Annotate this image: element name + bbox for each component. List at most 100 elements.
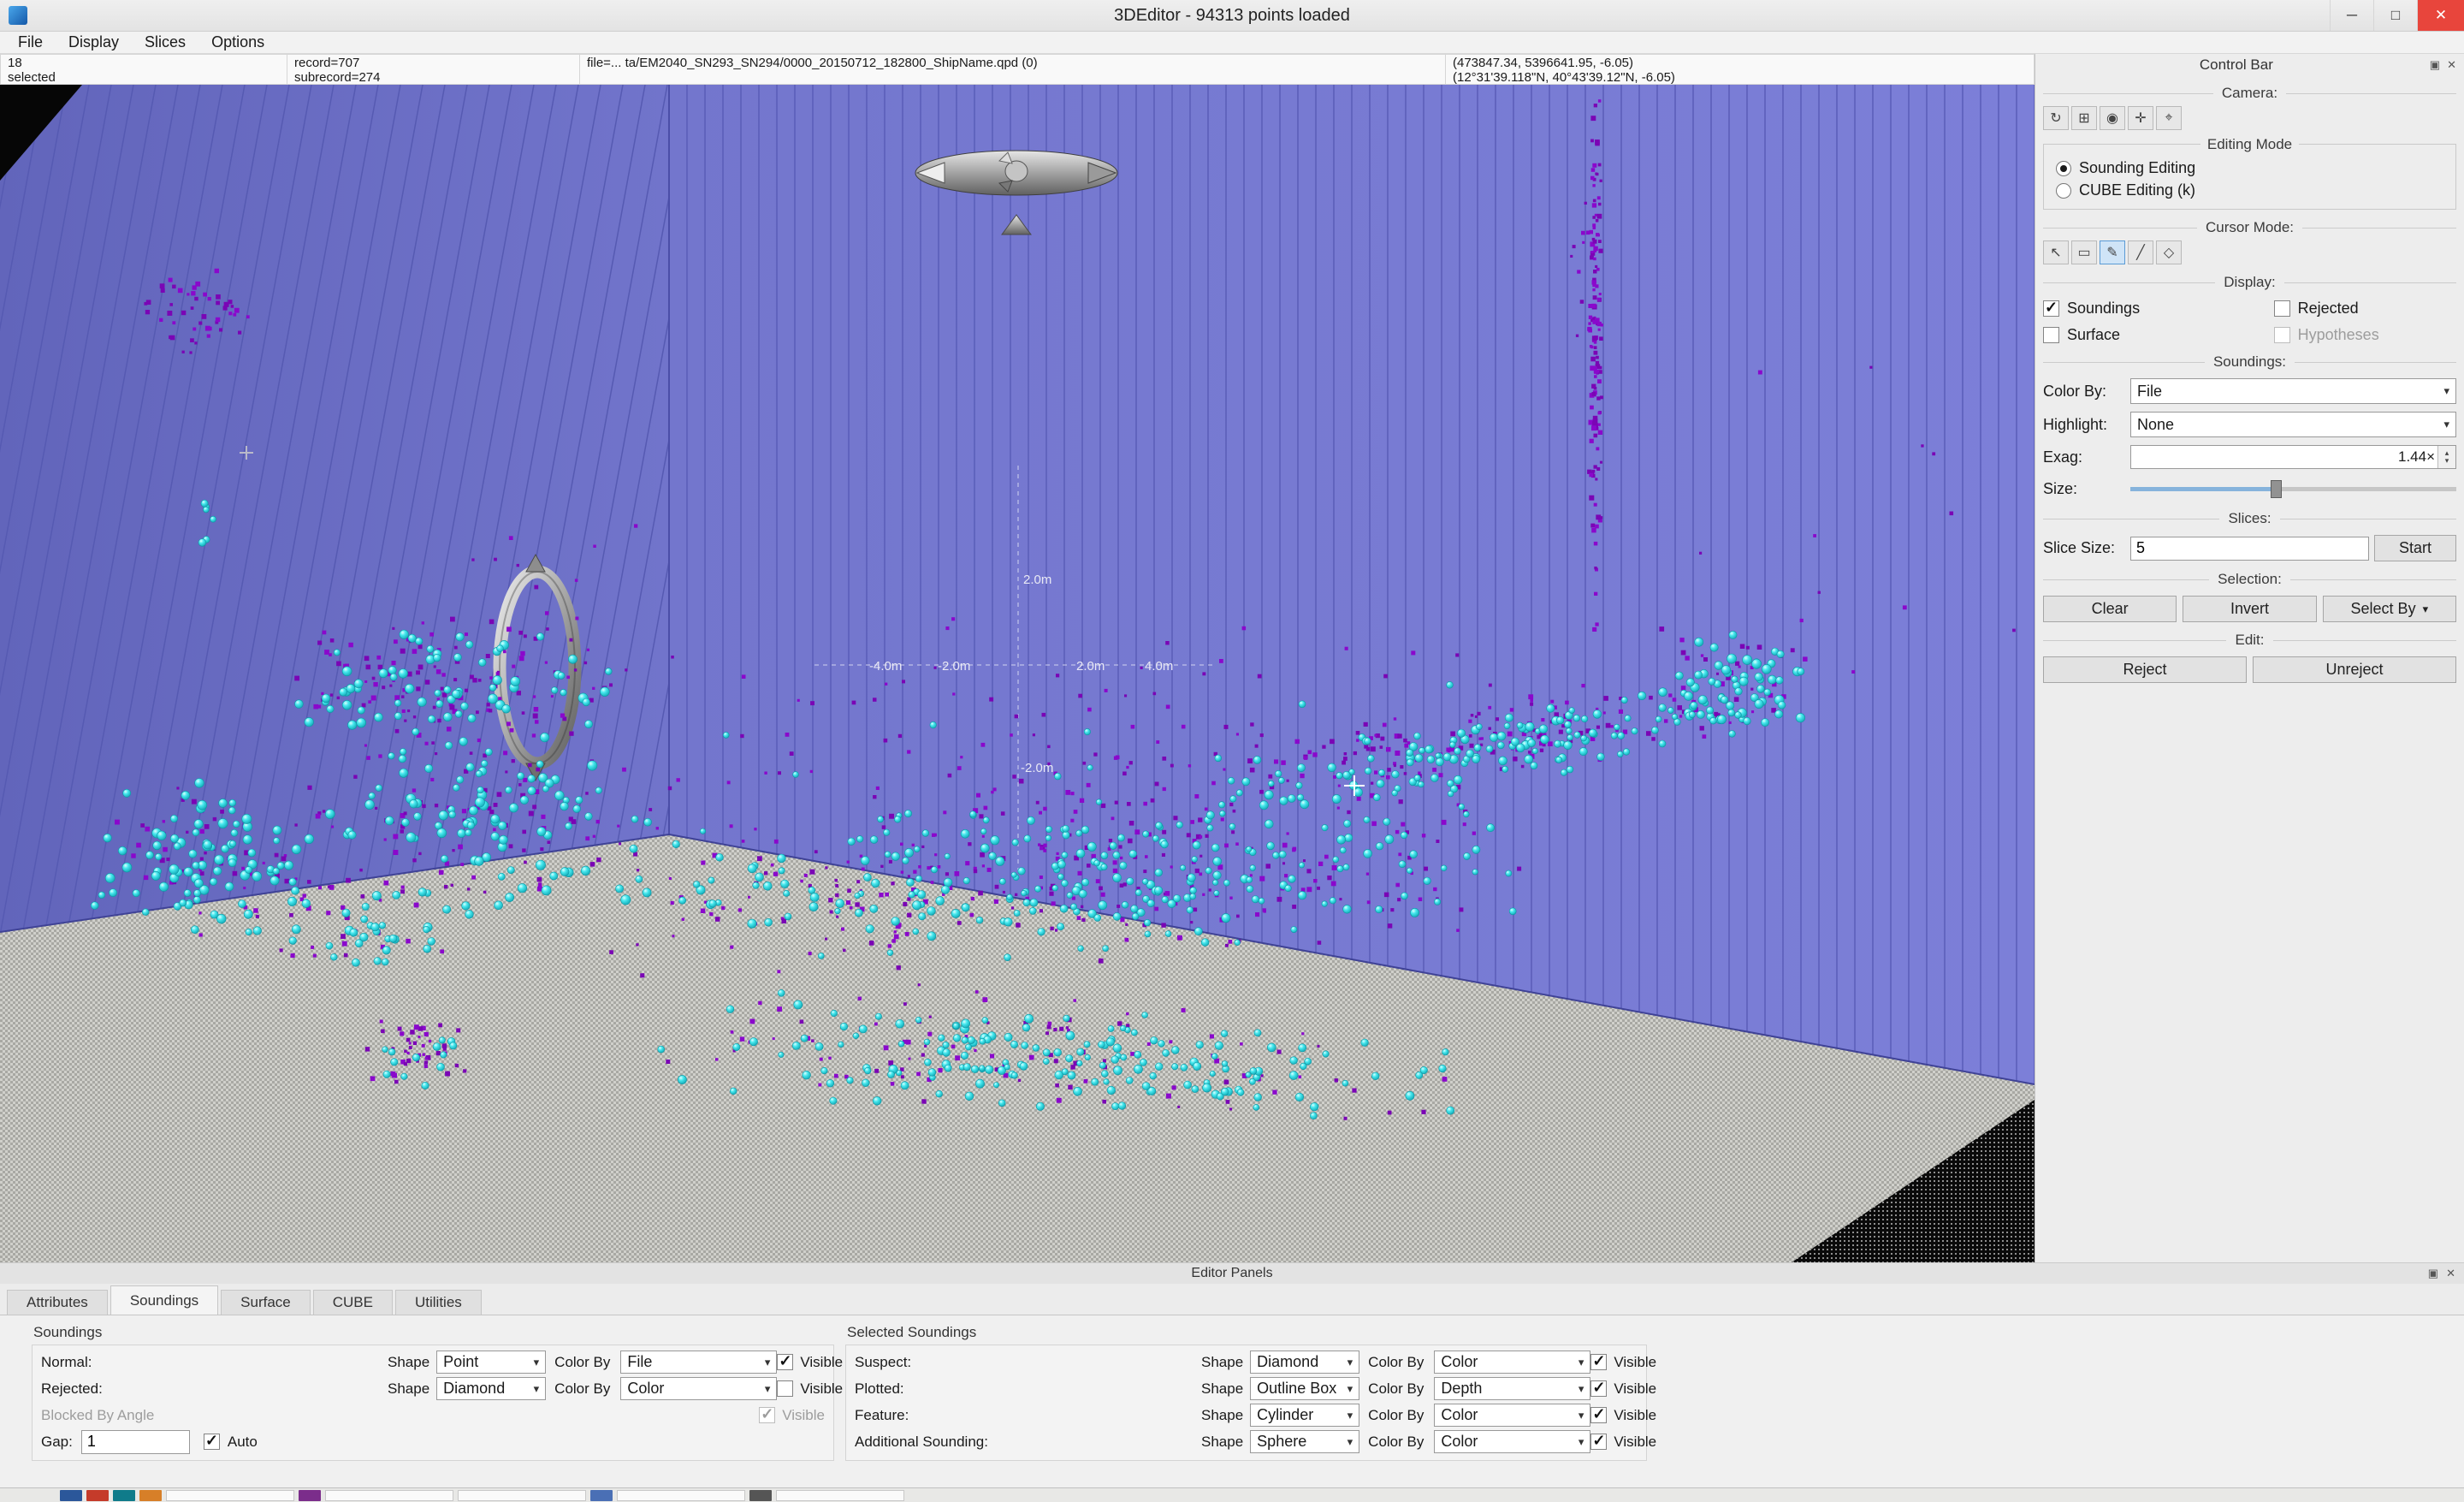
target-icon: ⌖ <box>2165 110 2172 126</box>
dock-float-icon[interactable]: ▣ <box>2430 58 2440 72</box>
taskbar-window-button[interactable] <box>166 1490 294 1501</box>
check-surface[interactable]: Surface <box>2043 326 2271 344</box>
checkbox-icon <box>2274 327 2290 343</box>
exag-spinbox[interactable]: 1.44× ▴ ▾ <box>2130 445 2456 469</box>
row-additional-sounding: Additional Sounding: Shape Sphere ▾ Colo… <box>855 1428 1638 1455</box>
color-by-combo[interactable]: Color ▾ <box>1434 1404 1590 1427</box>
selection-section-label: Selection: <box>2218 571 2282 588</box>
cursor-line-button[interactable]: ╱ <box>2128 240 2153 264</box>
unreject-button[interactable]: Unreject <box>2253 656 2456 683</box>
maximize-button[interactable]: □ <box>2373 0 2417 31</box>
shape-label: Shape <box>1201 1354 1243 1371</box>
check-soundings[interactable]: Soundings <box>2043 300 2271 318</box>
visible-toggle[interactable]: Visible <box>1590 1434 1656 1451</box>
cursor-polygon-button[interactable]: ◇ <box>2156 240 2182 264</box>
color-by-combo[interactable]: File ▾ <box>620 1351 777 1374</box>
visible-toggle[interactable]: Visible <box>777 1380 843 1398</box>
size-slider[interactable] <box>2130 477 2456 501</box>
taskbar-app-icon[interactable] <box>60 1490 82 1501</box>
chevron-down-icon: ▾ <box>1573 1409 1584 1422</box>
slice-size-input[interactable] <box>2130 537 2369 561</box>
color-by-combo[interactable]: File ▾ <box>2130 378 2456 404</box>
slider-handle[interactable] <box>2271 480 2282 498</box>
menu-options[interactable]: Options <box>198 32 277 53</box>
select-by-button[interactable]: Select By ▾ <box>2323 596 2456 622</box>
shape-combo[interactable]: Diamond ▾ <box>436 1377 546 1400</box>
dock-close-icon[interactable]: ✕ <box>2447 58 2456 72</box>
shape-combo[interactable]: Diamond ▾ <box>1250 1351 1359 1374</box>
start-button[interactable]: Start <box>2374 535 2456 561</box>
invert-button[interactable]: Invert <box>2183 596 2316 622</box>
dock-float-icon[interactable]: ▣ <box>2428 1267 2438 1280</box>
auto-checkbox[interactable] <box>204 1434 220 1450</box>
check-hypotheses: Hypotheses <box>2274 326 2460 344</box>
dock-close-icon[interactable]: ✕ <box>2446 1267 2455 1280</box>
taskbar-window-button[interactable] <box>458 1490 586 1501</box>
close-button[interactable]: ✕ <box>2417 0 2464 31</box>
visible-toggle[interactable]: Visible <box>777 1354 843 1371</box>
row-suspect: Suspect: Shape Diamond ▾ Color By Color … <box>855 1349 1638 1375</box>
reject-button[interactable]: Reject <box>2043 656 2247 683</box>
row-blocked-by-angle: Blocked By Angle Visible <box>41 1402 825 1428</box>
color-by-label: Color By <box>1368 1434 1424 1451</box>
shape-label: Shape <box>388 1380 429 1398</box>
color-by-label: Color By <box>1368 1354 1424 1371</box>
tab-cube[interactable]: CUBE <box>313 1290 393 1315</box>
chevron-down-icon: ▾ <box>1573 1382 1584 1396</box>
camera-move-button[interactable]: ✛ <box>2128 106 2153 130</box>
minimize-button[interactable]: ─ <box>2330 0 2373 31</box>
chevron-down-icon: ▾ <box>2438 418 2449 431</box>
shape-combo[interactable]: Outline Box ▾ <box>1250 1377 1359 1400</box>
application-window: 3DEditor - 94313 points loaded ─ □ ✕ Fil… <box>0 0 2464 1502</box>
radio-cube-editing[interactable]: CUBE Editing (k) <box>2056 181 2447 199</box>
tab-utilities[interactable]: Utilities <box>395 1290 482 1315</box>
chevron-down-icon: ▾ <box>760 1382 771 1396</box>
taskbar-app-icon[interactable] <box>299 1490 321 1501</box>
color-by-combo[interactable]: Depth ▾ <box>1434 1377 1590 1400</box>
edit-section-label: Edit: <box>2235 632 2264 649</box>
cursor-pick-button[interactable]: ↖ <box>2043 240 2069 264</box>
highlight-combo[interactable]: None ▾ <box>2130 412 2456 437</box>
taskbar-app-icon[interactable] <box>590 1490 613 1501</box>
color-by-label: Color By <box>554 1380 610 1398</box>
menu-slices[interactable]: Slices <box>132 32 198 53</box>
color-by-combo[interactable]: Color ▾ <box>1434 1351 1590 1374</box>
tab-surface[interactable]: Surface <box>221 1290 311 1315</box>
camera-target-button[interactable]: ⌖ <box>2156 106 2182 130</box>
editor-tabs: Attributes Soundings Surface CUBE Utilit… <box>0 1284 2464 1315</box>
taskbar-app-icon[interactable] <box>749 1490 772 1501</box>
taskbar-app-icon[interactable] <box>113 1490 135 1501</box>
cursor-lasso-button[interactable]: ✎ <box>2100 240 2125 264</box>
menu-file[interactable]: File <box>5 32 56 53</box>
clear-button[interactable]: Clear <box>2043 596 2177 622</box>
gap-input[interactable] <box>81 1430 190 1454</box>
camera-pan-button[interactable]: ⊞ <box>2071 106 2097 130</box>
taskbar-window-button[interactable] <box>325 1490 453 1501</box>
row-gap: Gap: Auto <box>41 1428 825 1455</box>
taskbar-window-button[interactable] <box>776 1490 904 1501</box>
camera-section-label: Camera: <box>2222 85 2277 102</box>
menu-display[interactable]: Display <box>56 32 132 53</box>
soundings-section-label: Soundings: <box>2213 353 2286 371</box>
shape-combo[interactable]: Cylinder ▾ <box>1250 1404 1359 1427</box>
shape-label: Shape <box>1201 1434 1243 1451</box>
taskbar-window-button[interactable] <box>617 1490 745 1501</box>
visible-toggle[interactable]: Visible <box>1590 1407 1656 1424</box>
visible-toggle[interactable]: Visible <box>1590 1354 1656 1371</box>
shape-combo[interactable]: Point ▾ <box>436 1351 546 1374</box>
radio-sounding-editing[interactable]: Sounding Editing <box>2056 159 2447 177</box>
cursor-rectangle-button[interactable]: ▭ <box>2071 240 2097 264</box>
camera-reset-button[interactable]: ↻ <box>2043 106 2069 130</box>
spinner-arrows[interactable]: ▴ ▾ <box>2437 446 2455 468</box>
color-by-combo[interactable]: Color ▾ <box>1434 1430 1590 1453</box>
tab-soundings[interactable]: Soundings <box>110 1285 218 1315</box>
check-rejected[interactable]: Rejected <box>2274 300 2460 318</box>
taskbar-app-icon[interactable] <box>139 1490 162 1501</box>
viewport-3d[interactable]: 2.0m -4.0m -2.0m 2.0m 4.0m -2.0m <box>0 85 2035 1262</box>
tab-attributes[interactable]: Attributes <box>7 1290 108 1315</box>
taskbar-app-icon[interactable] <box>86 1490 109 1501</box>
shape-combo[interactable]: Sphere ▾ <box>1250 1430 1359 1453</box>
color-by-combo[interactable]: Color ▾ <box>620 1377 777 1400</box>
visible-toggle[interactable]: Visible <box>1590 1380 1656 1398</box>
camera-focus-button[interactable]: ◉ <box>2100 106 2125 130</box>
